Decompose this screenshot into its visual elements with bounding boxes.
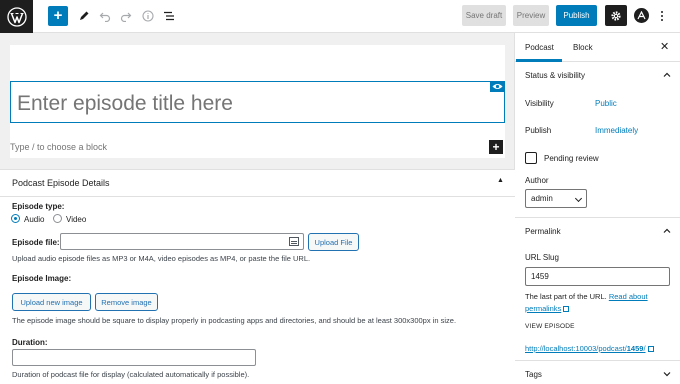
pending-review-checkbox[interactable] <box>525 152 537 164</box>
tools-button[interactable] <box>75 6 93 26</box>
title-placeholder: Enter episode title here <box>17 92 233 115</box>
publish-label: Publish <box>525 126 552 135</box>
podcast-episode-details-metabox: Podcast Episode Details ▲ Episode type: … <box>0 169 515 384</box>
plus-icon: + <box>492 140 500 154</box>
tab-podcast[interactable]: Podcast <box>525 43 554 52</box>
view-episode-label: VIEW EPISODE <box>525 323 575 330</box>
episode-type-video-label[interactable]: Video <box>66 215 86 224</box>
duration-input[interactable] <box>12 349 256 366</box>
post-title-field[interactable]: Enter episode title here <box>10 81 505 123</box>
collapse-arrow-icon[interactable]: ▲ <box>497 177 504 184</box>
visibility-value-link[interactable]: Public <box>595 99 617 108</box>
sidebar-divider <box>515 360 680 361</box>
chevron-up-icon[interactable] <box>663 71 671 79</box>
episode-image-label: Episode Image: <box>12 274 72 283</box>
episode-file-input[interactable] <box>60 233 304 250</box>
tab-block[interactable]: Block <box>573 43 593 52</box>
episode-type-audio-label[interactable]: Audio <box>24 215 44 224</box>
external-link-icon <box>647 346 654 352</box>
episode-file-help: Upload audio episode files as MP3 or M4A… <box>12 254 311 263</box>
list-view-icon <box>164 11 174 21</box>
episode-file-label: Episode file: <box>12 238 60 247</box>
metabox-divider <box>0 196 515 197</box>
inline-add-block-button[interactable]: + <box>489 140 503 154</box>
editor-canvas-area: Enter episode title here Type / to choos… <box>0 33 515 384</box>
author-label: Author <box>525 176 549 185</box>
info-icon <box>142 10 154 22</box>
redo-icon <box>120 12 132 22</box>
episode-url-link[interactable]: http://localhost:10003/podcast/1459/ <box>525 344 654 353</box>
preview-button[interactable]: Preview <box>513 5 549 26</box>
more-options-button[interactable] <box>656 6 668 26</box>
plus-icon: + <box>53 7 63 24</box>
sidebar-divider <box>515 217 680 218</box>
episode-type-video-radio[interactable] <box>53 214 62 223</box>
url-slug-value: 1459 <box>531 272 549 281</box>
author-select-value: admin <box>531 194 553 203</box>
duration-label: Duration: <box>12 338 48 347</box>
read-about-link[interactable]: Read about <box>609 292 648 301</box>
permalinks-link[interactable]: permalinks <box>525 304 570 313</box>
permalink-panel-title[interactable]: Permalink <box>525 227 561 236</box>
url-slug-input[interactable]: 1459 <box>525 267 670 286</box>
astra-icon <box>637 11 646 20</box>
status-visibility-panel-title[interactable]: Status & visibility <box>525 71 585 80</box>
upload-new-image-button[interactable]: Upload new image <box>12 293 91 311</box>
remove-image-button[interactable]: Remove image <box>95 293 158 311</box>
gear-icon <box>611 10 621 21</box>
add-block-button[interactable]: + <box>48 6 68 26</box>
episode-image-help: The episode image should be square to di… <box>12 316 457 325</box>
chevron-down-icon <box>574 194 583 203</box>
chevron-down-icon[interactable] <box>663 370 671 378</box>
settings-sidebar: Podcast Block ✕ Status & visibility Visi… <box>515 33 680 384</box>
author-select[interactable]: admin <box>525 189 587 208</box>
redo-button[interactable] <box>117 6 135 26</box>
upload-file-button[interactable]: Upload File <box>308 233 359 251</box>
close-icon[interactable]: ✕ <box>660 40 669 53</box>
wordpress-logo-icon[interactable] <box>0 0 33 33</box>
metabox-title: Podcast Episode Details <box>12 178 110 188</box>
list-view-button[interactable] <box>160 6 178 26</box>
visibility-label: Visibility <box>525 99 554 108</box>
chevron-up-icon[interactable] <box>663 227 671 235</box>
settings-button[interactable] <box>605 5 627 26</box>
episode-type-label: Episode type: <box>12 202 65 211</box>
episode-type-audio-radio[interactable] <box>11 214 20 223</box>
media-library-icon[interactable] <box>289 237 299 246</box>
details-button[interactable] <box>139 6 157 26</box>
undo-icon <box>99 12 111 22</box>
block-appender-placeholder[interactable]: Type / to choose a block <box>10 142 107 152</box>
external-link-icon <box>563 306 570 312</box>
editor-toolbar: + Save draft Preview Publish <box>0 0 680 33</box>
save-draft-button[interactable]: Save draft <box>462 5 506 26</box>
more-vertical-icon <box>661 11 663 13</box>
tags-panel-title[interactable]: Tags <box>525 370 542 379</box>
pencil-icon <box>80 11 89 20</box>
publish-button[interactable]: Publish <box>556 5 597 26</box>
undo-button[interactable] <box>96 6 114 26</box>
permalink-help-text: The last part of the URL. Read about <box>525 292 648 301</box>
url-slug-label: URL Slug <box>525 253 559 262</box>
publish-date-link[interactable]: Immediately <box>595 126 638 135</box>
sidebar-tabs: Podcast Block ✕ <box>515 33 680 62</box>
post-content-canvas: Enter episode title here Type / to choos… <box>10 45 505 158</box>
duration-help: Duration of podcast file for display (ca… <box>12 370 250 379</box>
active-tab-indicator <box>516 59 562 62</box>
astra-settings-button[interactable] <box>634 8 649 23</box>
pending-review-label[interactable]: Pending review <box>544 154 599 163</box>
eye-icon[interactable] <box>490 81 505 92</box>
